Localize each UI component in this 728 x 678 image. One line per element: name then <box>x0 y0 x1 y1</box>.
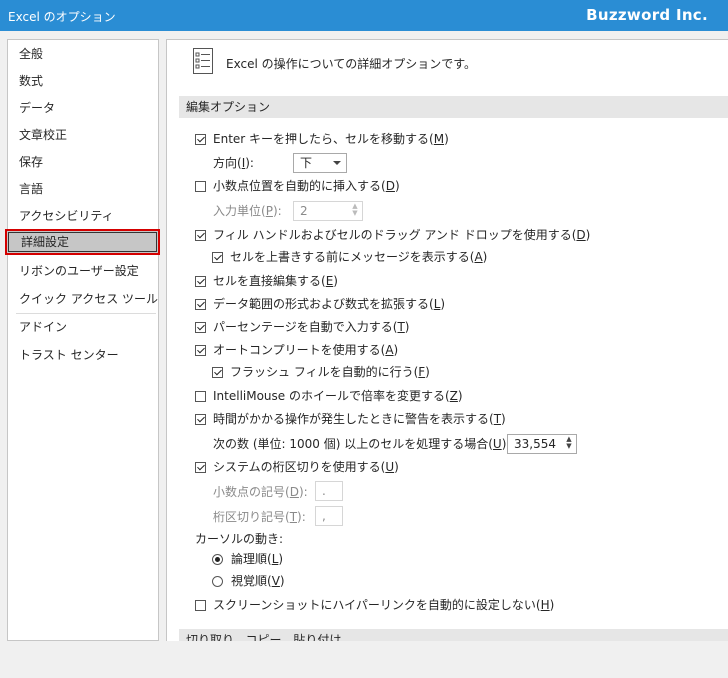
spinner-arrows-icon: ▲ ▼ <box>566 435 572 450</box>
section-edit-options: 編集オプション <box>179 96 728 118</box>
sidebar-item-proofing[interactable]: 文章校正 <box>8 122 158 148</box>
section-cut-copy-paste: 切り取り、コピー、貼り付け <box>179 629 728 641</box>
window-title: Excel のオプション <box>8 10 116 24</box>
sidebar-item-quick-access[interactable]: クイック アクセス ツール バー <box>8 286 158 312</box>
checkbox[interactable] <box>195 414 206 425</box>
decimal-separator-field[interactable]: . <box>315 481 343 501</box>
sidebar-item-data[interactable]: データ <box>8 95 158 121</box>
direction-dropdown[interactable]: 下 <box>293 153 347 173</box>
checkbox[interactable] <box>195 600 206 611</box>
thousands-separator-field[interactable]: , <box>315 506 343 526</box>
checkbox[interactable] <box>195 276 206 287</box>
page-header: Excel の操作についての詳細オプションです。 <box>226 57 477 71</box>
sidebar-item-formulas[interactable]: 数式 <box>8 68 158 94</box>
checkbox[interactable] <box>195 462 206 473</box>
spinner-arrows-icon: ▲ ▼ <box>352 202 358 217</box>
sidebar-item-save[interactable]: 保存 <box>8 149 158 175</box>
checkbox[interactable] <box>195 345 206 356</box>
sidebar-item-customize-ribbon[interactable]: リボンのユーザー設定 <box>8 258 158 284</box>
radio-button[interactable] <box>212 554 223 565</box>
brand-label: Buzzword Inc. <box>586 6 708 24</box>
settings-list-icon <box>193 48 213 74</box>
checkbox[interactable] <box>195 322 206 333</box>
sidebar-item-accessibility[interactable]: アクセシビリティ <box>8 203 158 229</box>
checkbox[interactable] <box>195 391 206 402</box>
sidebar-item-general[interactable]: 全般 <box>8 41 158 67</box>
checkbox[interactable] <box>212 367 223 378</box>
sidebar-item-addins[interactable]: アドイン <box>8 314 158 340</box>
cells-threshold-spinner[interactable]: 33,554 ▲ ▼ <box>507 434 577 454</box>
sidebar-item-language[interactable]: 言語 <box>8 176 158 202</box>
sidebar-item-advanced[interactable]: 詳細設定 <box>5 229 160 255</box>
sidebar-item-trust-center[interactable]: トラスト センター <box>8 342 158 368</box>
checkbox[interactable] <box>195 134 206 145</box>
places-spinner[interactable]: 2 ▲ ▼ <box>293 201 363 221</box>
radio-button[interactable] <box>212 576 223 587</box>
checkbox[interactable] <box>195 181 206 192</box>
title-bar: Excel のオプション Buzzword Inc. <box>0 0 728 31</box>
checkbox[interactable] <box>195 299 206 310</box>
checkbox[interactable] <box>195 230 206 241</box>
chevron-down-icon <box>333 161 341 165</box>
options-sidebar: 全般 数式 データ 文章校正 保存 言語 アクセシビリティ 詳細設定 リボンのユ… <box>5 39 160 641</box>
checkbox[interactable] <box>212 252 223 263</box>
options-content: Excel の操作についての詳細オプションです。 編集オプション Enter キ… <box>166 39 728 641</box>
